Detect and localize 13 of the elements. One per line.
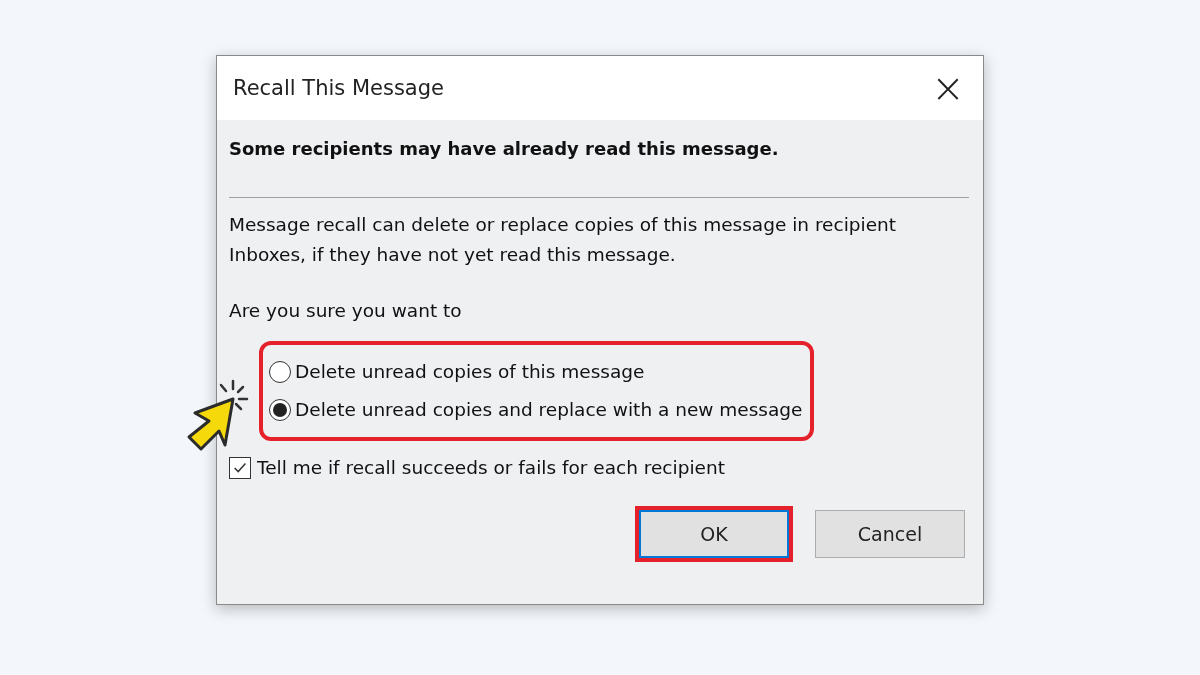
- checkbox[interactable]: [229, 456, 251, 479]
- question-text: Are you sure you want to: [229, 299, 463, 321]
- checkbox-label[interactable]: Tell me if recall succeeds or fails for each recipient: [257, 457, 725, 478]
- ok-button[interactable]: OK: [639, 509, 789, 558]
- radio-button[interactable]: [269, 360, 291, 383]
- cancel-button[interactable]: Cancel: [815, 509, 965, 558]
- description-text: Message recall can delete or replace copies of this message in recipient Inboxes, if they have not yet read this message.: [229, 212, 898, 267]
- close-button[interactable]: ×: [913, 57, 983, 118]
- option-label[interactable]: Delete unread copies of this message: [295, 361, 645, 382]
- warning-text: Some recipients may have already read this message.: [229, 137, 780, 159]
- radio-button[interactable]: [269, 398, 291, 421]
- option-label[interactable]: Delete unread copies and replace with a new message: [295, 399, 803, 420]
- window-title: Recall This Message: [233, 75, 444, 100]
